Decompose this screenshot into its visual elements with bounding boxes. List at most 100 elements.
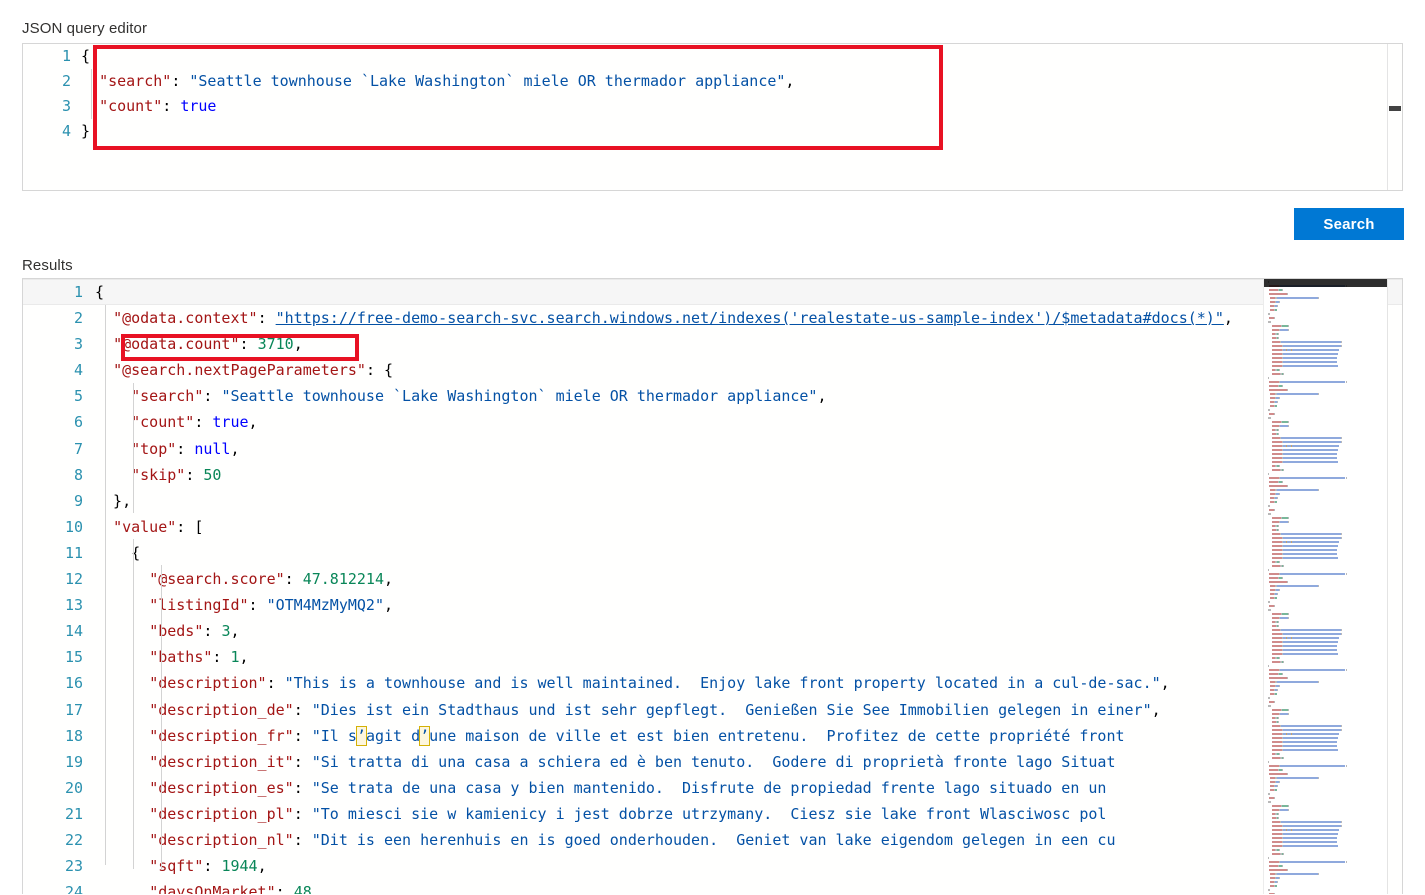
- minimap-line: [1268, 453, 1386, 456]
- minimap-line: [1268, 821, 1386, 824]
- code-text: }: [81, 119, 90, 144]
- minimap-line: [1268, 661, 1386, 664]
- minimap-token: [1287, 425, 1289, 427]
- minimap-token: [1269, 673, 1278, 675]
- minimap-token: [1279, 753, 1281, 755]
- minimap-token: [1278, 433, 1280, 435]
- minimap-token: [1282, 441, 1341, 443]
- minimap-token: [1279, 713, 1288, 715]
- minimap-line: [1268, 449, 1386, 452]
- minimap-token: [1278, 685, 1280, 687]
- code-text: "listingId": "OTM4MzMyMQ2",: [95, 592, 393, 618]
- json-editor-scrollbar[interactable]: [1387, 44, 1402, 190]
- minimap-line: [1268, 565, 1386, 568]
- minimap-token: [1269, 381, 1280, 383]
- results-editor-scrollbar[interactable]: [1387, 279, 1402, 895]
- minimap-token: [1282, 837, 1338, 839]
- json-query-code-area[interactable]: 1{2 "search": "Seattle townhouse `Lake W…: [23, 44, 1402, 190]
- minimap-line: [1268, 573, 1386, 576]
- minimap-token: [1281, 533, 1342, 535]
- minimap-token: [1271, 741, 1282, 743]
- minimap-line: [1268, 289, 1386, 292]
- minimap-token: [1282, 737, 1339, 739]
- code-token: ’: [355, 725, 367, 746]
- minimap-token: [1282, 565, 1284, 567]
- code-token: "Dies ist ein Stadthaus und ist sehr gep…: [311, 700, 1152, 719]
- code-text: "top": null,: [95, 436, 239, 462]
- minimap-token: [1268, 601, 1271, 603]
- minimap-line: [1268, 381, 1386, 384]
- line-number: 18: [64, 726, 83, 745]
- minimap-line: [1268, 733, 1386, 736]
- minimap-token: [1281, 629, 1342, 631]
- minimap-token: [1286, 389, 1289, 391]
- minimap-token: [1287, 613, 1289, 615]
- minimap-token: [1281, 481, 1283, 483]
- minimap-token: [1280, 573, 1346, 575]
- minimap-token: [1279, 561, 1281, 563]
- minimap-token: [1271, 837, 1282, 839]
- results-code-area[interactable]: 1{2 "@odata.context": "https://free-demo…: [23, 279, 1402, 895]
- minimap-token: [1271, 533, 1280, 535]
- minimap-token: [1271, 617, 1279, 619]
- code-line: 12 "@search.score": 47.812214,: [23, 566, 1402, 592]
- minimap-line: [1268, 877, 1386, 880]
- minimap-token: [1277, 785, 1279, 787]
- line-number: 6: [73, 413, 83, 432]
- minimap-line: [1268, 649, 1386, 652]
- minimap-token: [1271, 645, 1282, 647]
- code-text: "search": "Seattle townhouse `Lake Washi…: [81, 69, 794, 94]
- minimap-line: [1268, 697, 1386, 700]
- minimap-token: [1277, 305, 1279, 307]
- minimap-token: [1287, 517, 1289, 519]
- code-token: "description_pl": [149, 804, 294, 823]
- minimap-token: [1268, 665, 1269, 667]
- minimap-line: [1268, 517, 1386, 520]
- minimap-token: [1282, 345, 1341, 347]
- minimap-token: [1287, 805, 1289, 807]
- minimap-line: [1268, 325, 1386, 328]
- editor-minimap[interactable]: [1263, 279, 1388, 895]
- minimap-token: [1271, 821, 1280, 823]
- search-button[interactable]: Search: [1294, 208, 1404, 240]
- code-line: 1{: [23, 44, 1402, 69]
- minimap-token: [1282, 645, 1338, 647]
- code-token: ,: [248, 413, 258, 432]
- code-token: "search": [131, 387, 204, 406]
- code-line: 23 "sqft": 1944,: [23, 853, 1402, 879]
- minimap-token: [1282, 557, 1339, 559]
- code-line: 4}: [23, 119, 1402, 144]
- minimap-line: [1268, 465, 1386, 468]
- line-number: 3: [73, 335, 83, 354]
- json-editor-scrollbar-thumb[interactable]: [1389, 106, 1401, 111]
- minimap-line: [1268, 789, 1386, 792]
- json-query-editor[interactable]: 1{2 "search": "Seattle townhouse `Lake W…: [22, 43, 1403, 191]
- minimap-token: [1317, 297, 1319, 299]
- minimap-line: [1268, 485, 1386, 488]
- minimap-line: [1268, 873, 1386, 876]
- code-text: "count": true: [81, 94, 216, 119]
- code-text: "count": true,: [95, 409, 258, 435]
- results-editor[interactable]: 1{2 "@odata.context": "https://free-demo…: [22, 278, 1403, 895]
- code-text: "sqft": 1944,: [95, 853, 266, 879]
- minimap-line: [1268, 809, 1386, 812]
- minimap-token: [1286, 581, 1289, 583]
- minimap-token: [1271, 633, 1282, 635]
- minimap-line: [1268, 609, 1386, 612]
- minimap-line: [1268, 753, 1386, 756]
- code-text: "description_pl": "To miesci sie w kamie…: [95, 801, 1106, 827]
- minimap-token: [1271, 453, 1282, 455]
- code-text: "@odata.context": "https://free-demo-sea…: [95, 305, 1233, 331]
- minimap-token: [1287, 713, 1289, 715]
- minimap-token: [1345, 477, 1347, 479]
- code-token: ,: [384, 596, 394, 615]
- minimap-viewport-slider[interactable]: [1264, 279, 1388, 287]
- minimap-line: [1268, 361, 1386, 364]
- minimap-token: [1269, 573, 1280, 575]
- minimap-token: [1286, 773, 1289, 775]
- minimap-token: [1273, 797, 1276, 799]
- minimap-token: [1282, 549, 1338, 551]
- minimap-line: [1268, 777, 1386, 780]
- minimap-token: [1269, 385, 1278, 387]
- minimap-token: [1277, 401, 1279, 403]
